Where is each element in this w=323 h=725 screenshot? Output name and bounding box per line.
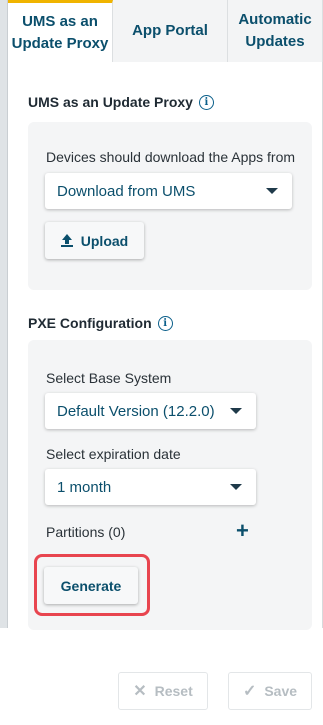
generate-button-label: Generate (60, 577, 122, 594)
close-icon: ✕ (133, 683, 147, 700)
tab-automatic-updates[interactable]: Automatic Updates (228, 0, 323, 62)
upload-icon (60, 234, 73, 247)
section-title-text: UMS as an Update Proxy (28, 94, 193, 110)
section-title-text: PXE Configuration (28, 315, 152, 331)
select-value: Download from UMS (57, 182, 196, 200)
generate-button[interactable]: Generate (44, 567, 138, 604)
chevron-down-icon (230, 484, 242, 490)
download-source-select[interactable]: Download from UMS (45, 173, 292, 209)
select-value: 1 month (57, 478, 112, 496)
tab-label: UMS as an Update Proxy (11, 12, 109, 52)
check-icon: ✓ (242, 683, 257, 700)
tab-label: App Portal (132, 22, 208, 39)
save-button[interactable]: ✓ Save (228, 672, 312, 710)
reset-button-label: Reset (154, 683, 193, 699)
save-button-label: Save (264, 683, 298, 699)
pxe-panel: Select Base System Default Version (12.2… (28, 340, 312, 630)
base-system-label: Select Base System (46, 370, 172, 386)
tab-app-portal[interactable]: App Portal (113, 0, 228, 62)
tab-content: UMS as an Update Proxy i Devices should … (8, 62, 323, 630)
select-value: Default Version (12.2.0) (57, 402, 215, 420)
info-icon[interactable]: i (198, 94, 214, 110)
upload-button[interactable]: Upload (45, 222, 144, 259)
pxe-section-title: PXE Configuration i (28, 315, 173, 331)
reset-button[interactable]: ✕ Reset (118, 672, 208, 710)
tab-bar: UMS as an Update Proxy App Portal Automa… (8, 0, 323, 62)
info-icon[interactable]: i (157, 315, 173, 331)
partitions-label: Partitions (0) (46, 524, 126, 540)
expiration-date-select[interactable]: 1 month (45, 469, 256, 505)
upload-button-label: Upload (80, 232, 129, 249)
chevron-down-icon (230, 408, 242, 414)
left-rail (0, 0, 8, 628)
ums-panel: Devices should download the Apps from ..… (28, 122, 312, 290)
base-system-select[interactable]: Default Version (12.2.0) (45, 393, 256, 429)
tab-ums-update-proxy[interactable]: UMS as an Update Proxy (8, 0, 113, 62)
ums-section-title: UMS as an Update Proxy i (28, 94, 214, 110)
tab-label: Automatic Updates (238, 11, 312, 50)
add-partition-icon[interactable]: + (236, 520, 249, 542)
expiration-date-label: Select expiration date (46, 446, 181, 462)
chevron-down-icon (266, 188, 278, 194)
